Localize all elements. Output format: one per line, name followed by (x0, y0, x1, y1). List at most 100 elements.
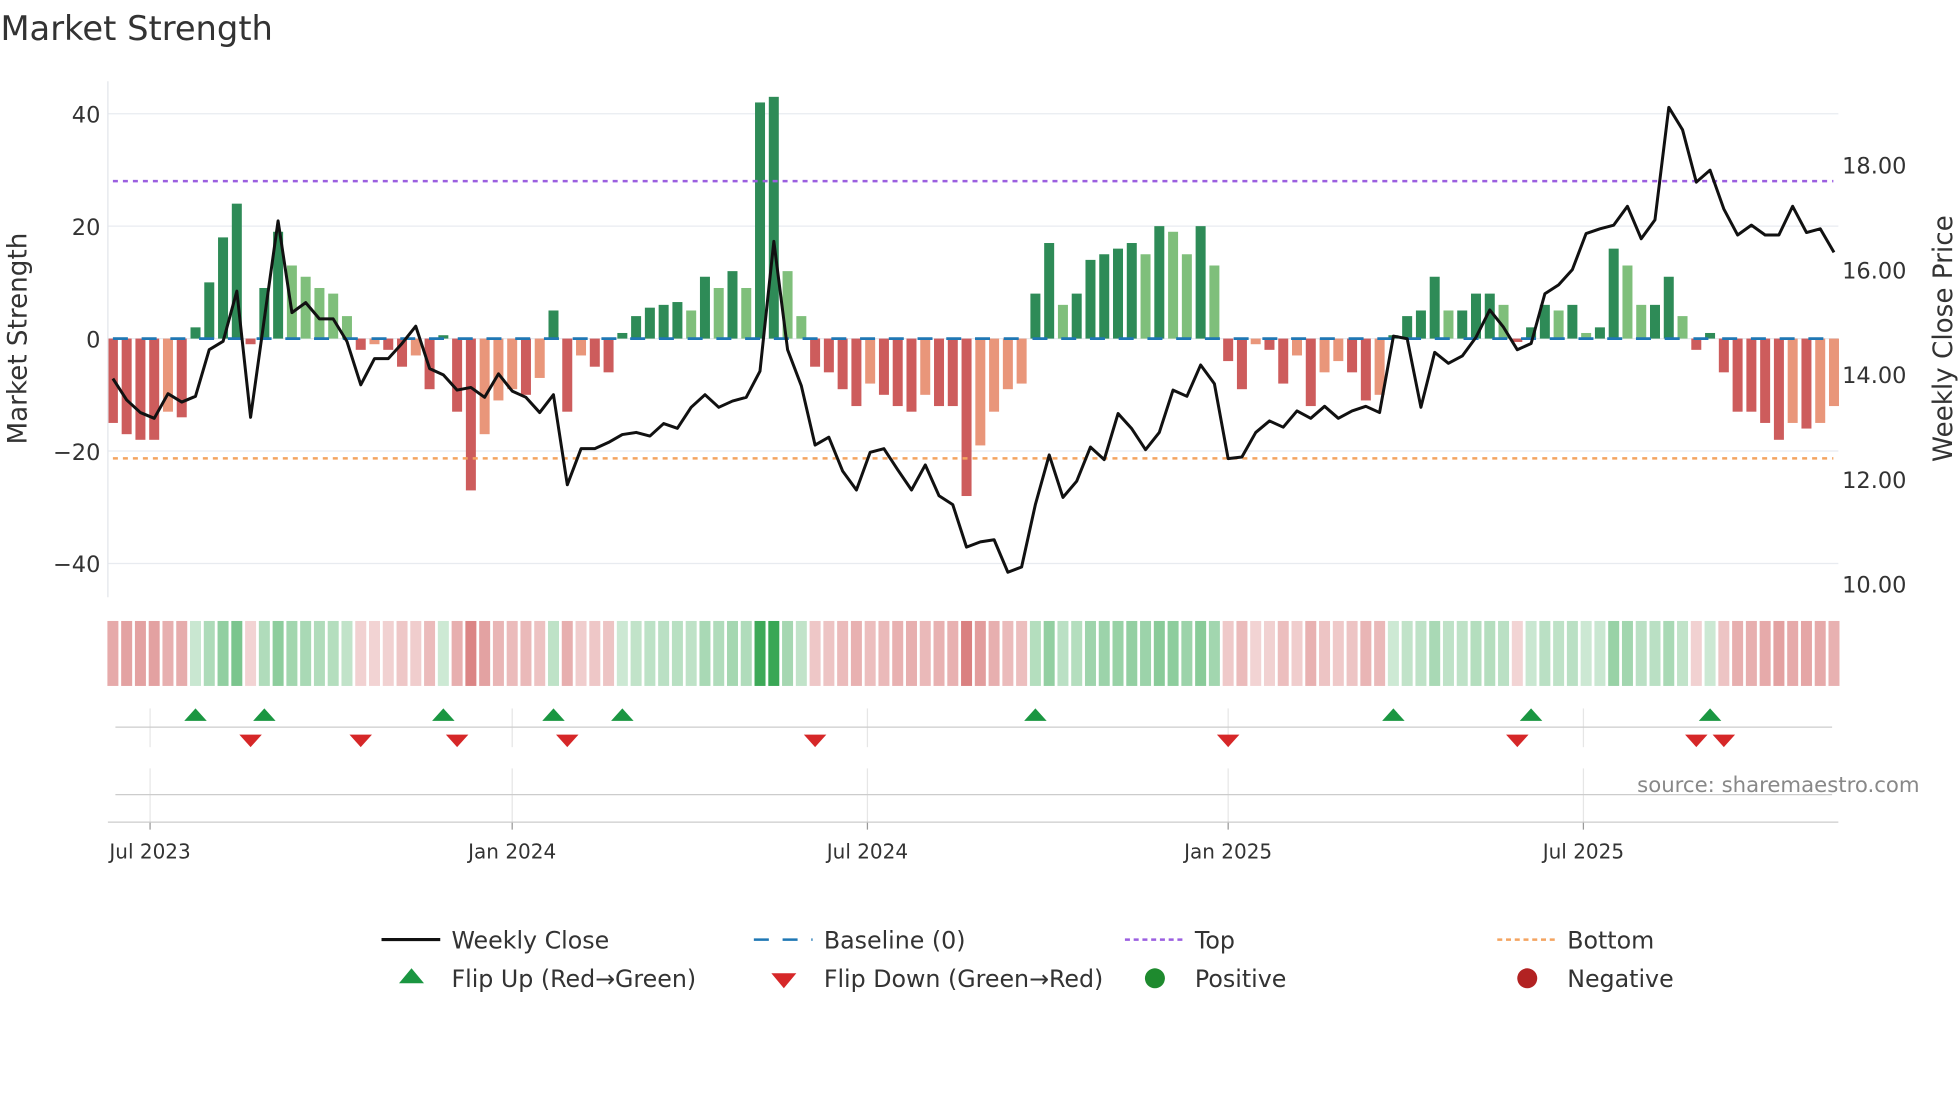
strength-bar (892, 338, 903, 407)
strength-bar (1071, 293, 1082, 339)
y-tick-label: −20 (53, 440, 100, 466)
heat-cell (892, 620, 904, 686)
flip-down-marker (445, 734, 469, 748)
heat-cell (107, 620, 119, 686)
flip-down-marker (1685, 734, 1708, 748)
heat-cell (1374, 620, 1386, 686)
strength-bar (465, 338, 476, 491)
heat-cell (616, 620, 628, 686)
heat-cell (327, 620, 339, 686)
strength-bar (135, 338, 146, 440)
gridlines (107, 113, 1839, 825)
heat-cell (1566, 620, 1578, 686)
heat-cell (1071, 620, 1083, 686)
strength-bar (1085, 259, 1096, 339)
strength-bar (755, 102, 766, 339)
heat-cell (795, 620, 807, 686)
strength-bar (204, 282, 215, 339)
heat-cell (369, 620, 380, 686)
strength-bar (534, 338, 545, 378)
strength-bar (1553, 310, 1564, 339)
heat-cell (1663, 620, 1675, 686)
heat-cell (134, 620, 146, 686)
strength-bar (878, 338, 889, 395)
flip-up-marker (611, 708, 634, 721)
heat-cell (1704, 620, 1716, 686)
heat-cell (245, 620, 257, 686)
heat-cell (217, 620, 229, 686)
y2-tick-label: 10.00 (1842, 572, 1906, 598)
strength-bar (1732, 338, 1743, 412)
legend-label: Top (1194, 926, 1235, 954)
heat-cell (1291, 620, 1303, 686)
strength-bar (328, 293, 339, 339)
heat-cell (699, 620, 711, 686)
strength-bar (658, 304, 669, 339)
heat-cell (671, 620, 683, 686)
heat-cell (286, 620, 298, 686)
x-tick-label: Jul 2025 (1541, 839, 1624, 863)
legend: Weekly Close Baseline (0) Top Bottom Flip Up… (381, 926, 1674, 993)
strength-bars (107, 96, 1839, 497)
heat-cell (1346, 620, 1358, 686)
heat-cell (1002, 620, 1014, 686)
strength-bar (1333, 338, 1344, 362)
strength-bar (1746, 338, 1757, 412)
axes: 40 20 0 −20 −40 18.00 16.00 14.00 12.00 10.00 Jul … (53, 81, 1906, 863)
strength-bar (1429, 276, 1440, 339)
strength-bar (452, 338, 463, 412)
heat-cell (1029, 620, 1041, 686)
heat-cell (424, 620, 436, 686)
heat-cell (1773, 620, 1785, 686)
market-strength-chart: Market Strength Market Strength Weekly C… (0, 9, 1959, 993)
strength-bar (176, 338, 187, 418)
strength-bar (768, 96, 779, 339)
strength-bar (1608, 248, 1619, 339)
strength-bar (1787, 338, 1798, 423)
strength-bar (961, 338, 972, 497)
heat-cell (919, 620, 931, 686)
y2-tick-label: 18.00 (1842, 154, 1906, 180)
heat-cell (190, 620, 202, 686)
flip-down-marker (1506, 734, 1529, 748)
heat-cell (1208, 620, 1220, 686)
flip-down-marker (556, 734, 579, 748)
heat-cell (726, 620, 738, 686)
heat-cell (1263, 620, 1275, 686)
heat-cell (1539, 620, 1551, 686)
strength-bar (603, 338, 614, 373)
heat-cell (974, 620, 986, 686)
heat-cell (520, 620, 532, 686)
heat-cell (1250, 620, 1262, 686)
strength-bar (1168, 231, 1179, 339)
strength-bar (520, 338, 531, 395)
heat-cell (561, 620, 573, 686)
heat-cell (1305, 620, 1317, 686)
strength-bar (865, 338, 876, 384)
strength-bar (1057, 304, 1068, 339)
strength-bar (1457, 310, 1468, 339)
heat-cell (589, 620, 601, 686)
heat-cell (768, 620, 780, 686)
heat-cell (1140, 620, 1152, 686)
strength-bar (548, 310, 559, 339)
x-tick-label: Jul 2023 (107, 839, 190, 863)
heat-cell (782, 620, 794, 686)
heat-cell (341, 620, 353, 686)
strength-bar (1236, 338, 1247, 390)
legend-label: Negative (1567, 965, 1673, 993)
heat-cell (1718, 620, 1730, 686)
strength-bar (1718, 338, 1729, 373)
strength-bar (1801, 338, 1812, 429)
heat-cell (1098, 620, 1110, 686)
strength-bar (1622, 265, 1633, 339)
strength-bar (823, 338, 834, 373)
strength-bar (631, 316, 642, 339)
heat-cell (933, 620, 945, 686)
strength-bar (190, 327, 201, 339)
strength-bar (617, 332, 628, 339)
heat-cell (1470, 620, 1482, 686)
legend-label: Baseline (0) (824, 926, 966, 954)
strength-bar (1264, 338, 1275, 350)
legend-negative-circle-icon (1517, 968, 1538, 989)
